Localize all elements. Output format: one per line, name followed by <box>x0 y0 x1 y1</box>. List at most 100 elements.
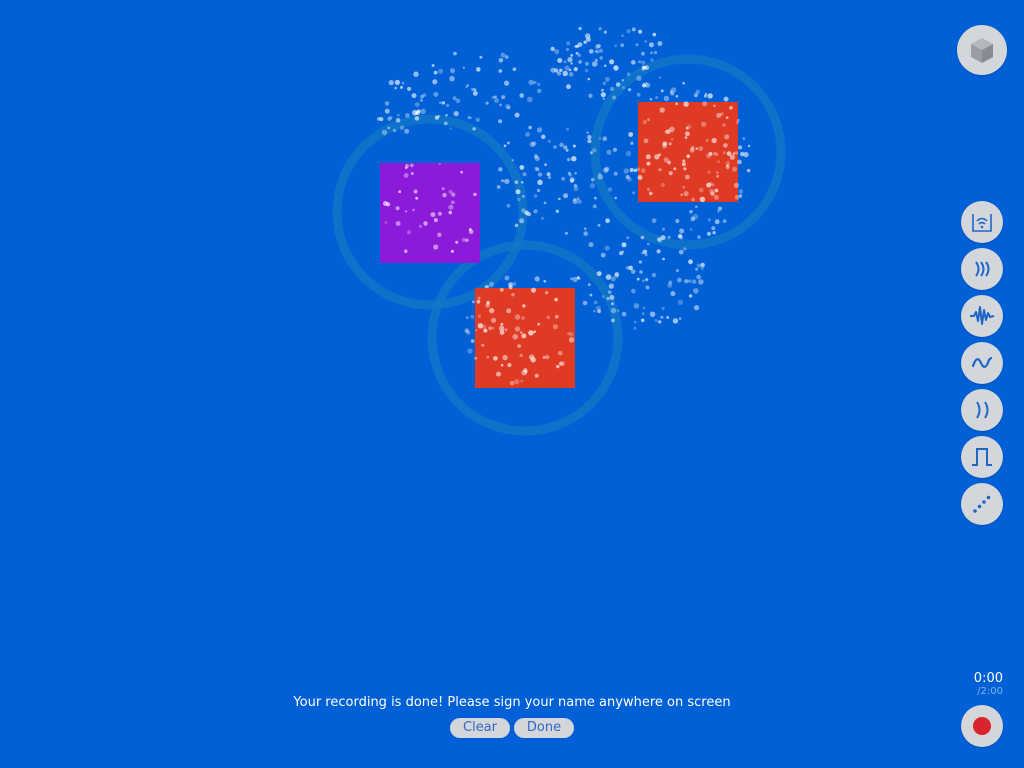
particle <box>568 72 574 77</box>
particle <box>404 210 408 213</box>
particle <box>462 66 465 69</box>
particle <box>594 196 597 200</box>
particle <box>505 103 510 109</box>
done-button[interactable]: Done <box>514 718 574 738</box>
particle <box>519 353 523 358</box>
particle <box>433 91 439 97</box>
particle <box>472 127 476 131</box>
particle <box>414 102 420 107</box>
particle <box>605 218 610 223</box>
particle <box>519 218 525 224</box>
particle <box>536 167 540 172</box>
particle <box>734 151 739 155</box>
particle <box>514 180 519 184</box>
particle <box>642 306 646 310</box>
particle <box>706 182 712 188</box>
particle <box>483 328 488 333</box>
particle <box>614 44 618 48</box>
particle <box>657 237 661 242</box>
particle <box>479 55 483 59</box>
particle <box>413 189 418 194</box>
particle <box>564 65 570 71</box>
particle <box>669 90 673 93</box>
particle <box>698 187 704 193</box>
particle <box>712 231 716 235</box>
particle <box>477 323 484 329</box>
particle <box>584 61 589 66</box>
particle <box>621 311 627 317</box>
particle <box>464 328 469 333</box>
particle <box>381 129 388 136</box>
particle <box>738 189 744 194</box>
particle <box>563 193 569 199</box>
particle <box>407 86 412 91</box>
effect-button-sine-wave[interactable] <box>961 342 1003 384</box>
particle <box>537 188 541 193</box>
particle <box>571 156 577 162</box>
clear-button[interactable]: Clear <box>450 718 510 738</box>
particle <box>485 303 490 308</box>
particle <box>566 41 571 46</box>
effect-button-wifi-box[interactable] <box>961 201 1003 243</box>
particle <box>567 57 573 63</box>
effect-button-triple-wave[interactable] <box>961 248 1003 290</box>
particle <box>623 168 629 174</box>
particle <box>680 193 683 196</box>
effect-button-waveform[interactable] <box>961 295 1003 337</box>
purple-square[interactable] <box>380 163 480 263</box>
particle <box>563 60 567 64</box>
effect-button-double-wave[interactable] <box>961 389 1003 431</box>
particle <box>524 370 528 374</box>
particle <box>449 76 455 82</box>
particle <box>559 68 563 73</box>
particle <box>681 162 687 167</box>
particle <box>504 80 510 86</box>
particle <box>415 196 419 200</box>
particle <box>511 293 515 297</box>
particle <box>621 34 624 37</box>
particle <box>686 154 691 159</box>
particle <box>608 283 614 289</box>
particle <box>520 181 524 184</box>
particle <box>475 117 480 123</box>
particle <box>496 371 501 377</box>
particle <box>499 287 504 292</box>
particle <box>595 305 601 311</box>
drawing-canvas[interactable] <box>0 0 1024 768</box>
particle <box>645 285 650 290</box>
effect-button-square-wave[interactable] <box>961 436 1003 478</box>
particle <box>504 55 509 59</box>
particle <box>695 267 699 271</box>
particle <box>433 70 438 75</box>
cube-button[interactable] <box>957 25 1007 75</box>
particle <box>577 199 582 204</box>
particle <box>406 230 411 235</box>
particle <box>553 145 557 149</box>
particle <box>700 266 704 270</box>
particle <box>638 260 643 264</box>
particle <box>437 232 442 237</box>
particle <box>474 356 478 360</box>
particle <box>500 322 504 326</box>
particle <box>645 154 651 160</box>
particle <box>663 95 670 102</box>
particle <box>465 316 469 320</box>
particle <box>477 314 481 318</box>
particle <box>631 288 636 294</box>
effect-button-dotted-line[interactable] <box>961 483 1003 525</box>
particle <box>747 144 751 148</box>
particle <box>607 187 613 192</box>
particle <box>609 59 615 65</box>
particle <box>439 101 442 105</box>
particle <box>699 196 706 202</box>
particle <box>655 96 659 99</box>
particle <box>675 269 680 273</box>
particle <box>527 96 533 103</box>
particle <box>633 320 637 324</box>
particle <box>679 235 684 240</box>
particle <box>602 97 605 101</box>
particle <box>550 46 555 52</box>
record-button[interactable] <box>961 705 1003 747</box>
particle <box>434 115 439 120</box>
particle <box>670 138 674 141</box>
